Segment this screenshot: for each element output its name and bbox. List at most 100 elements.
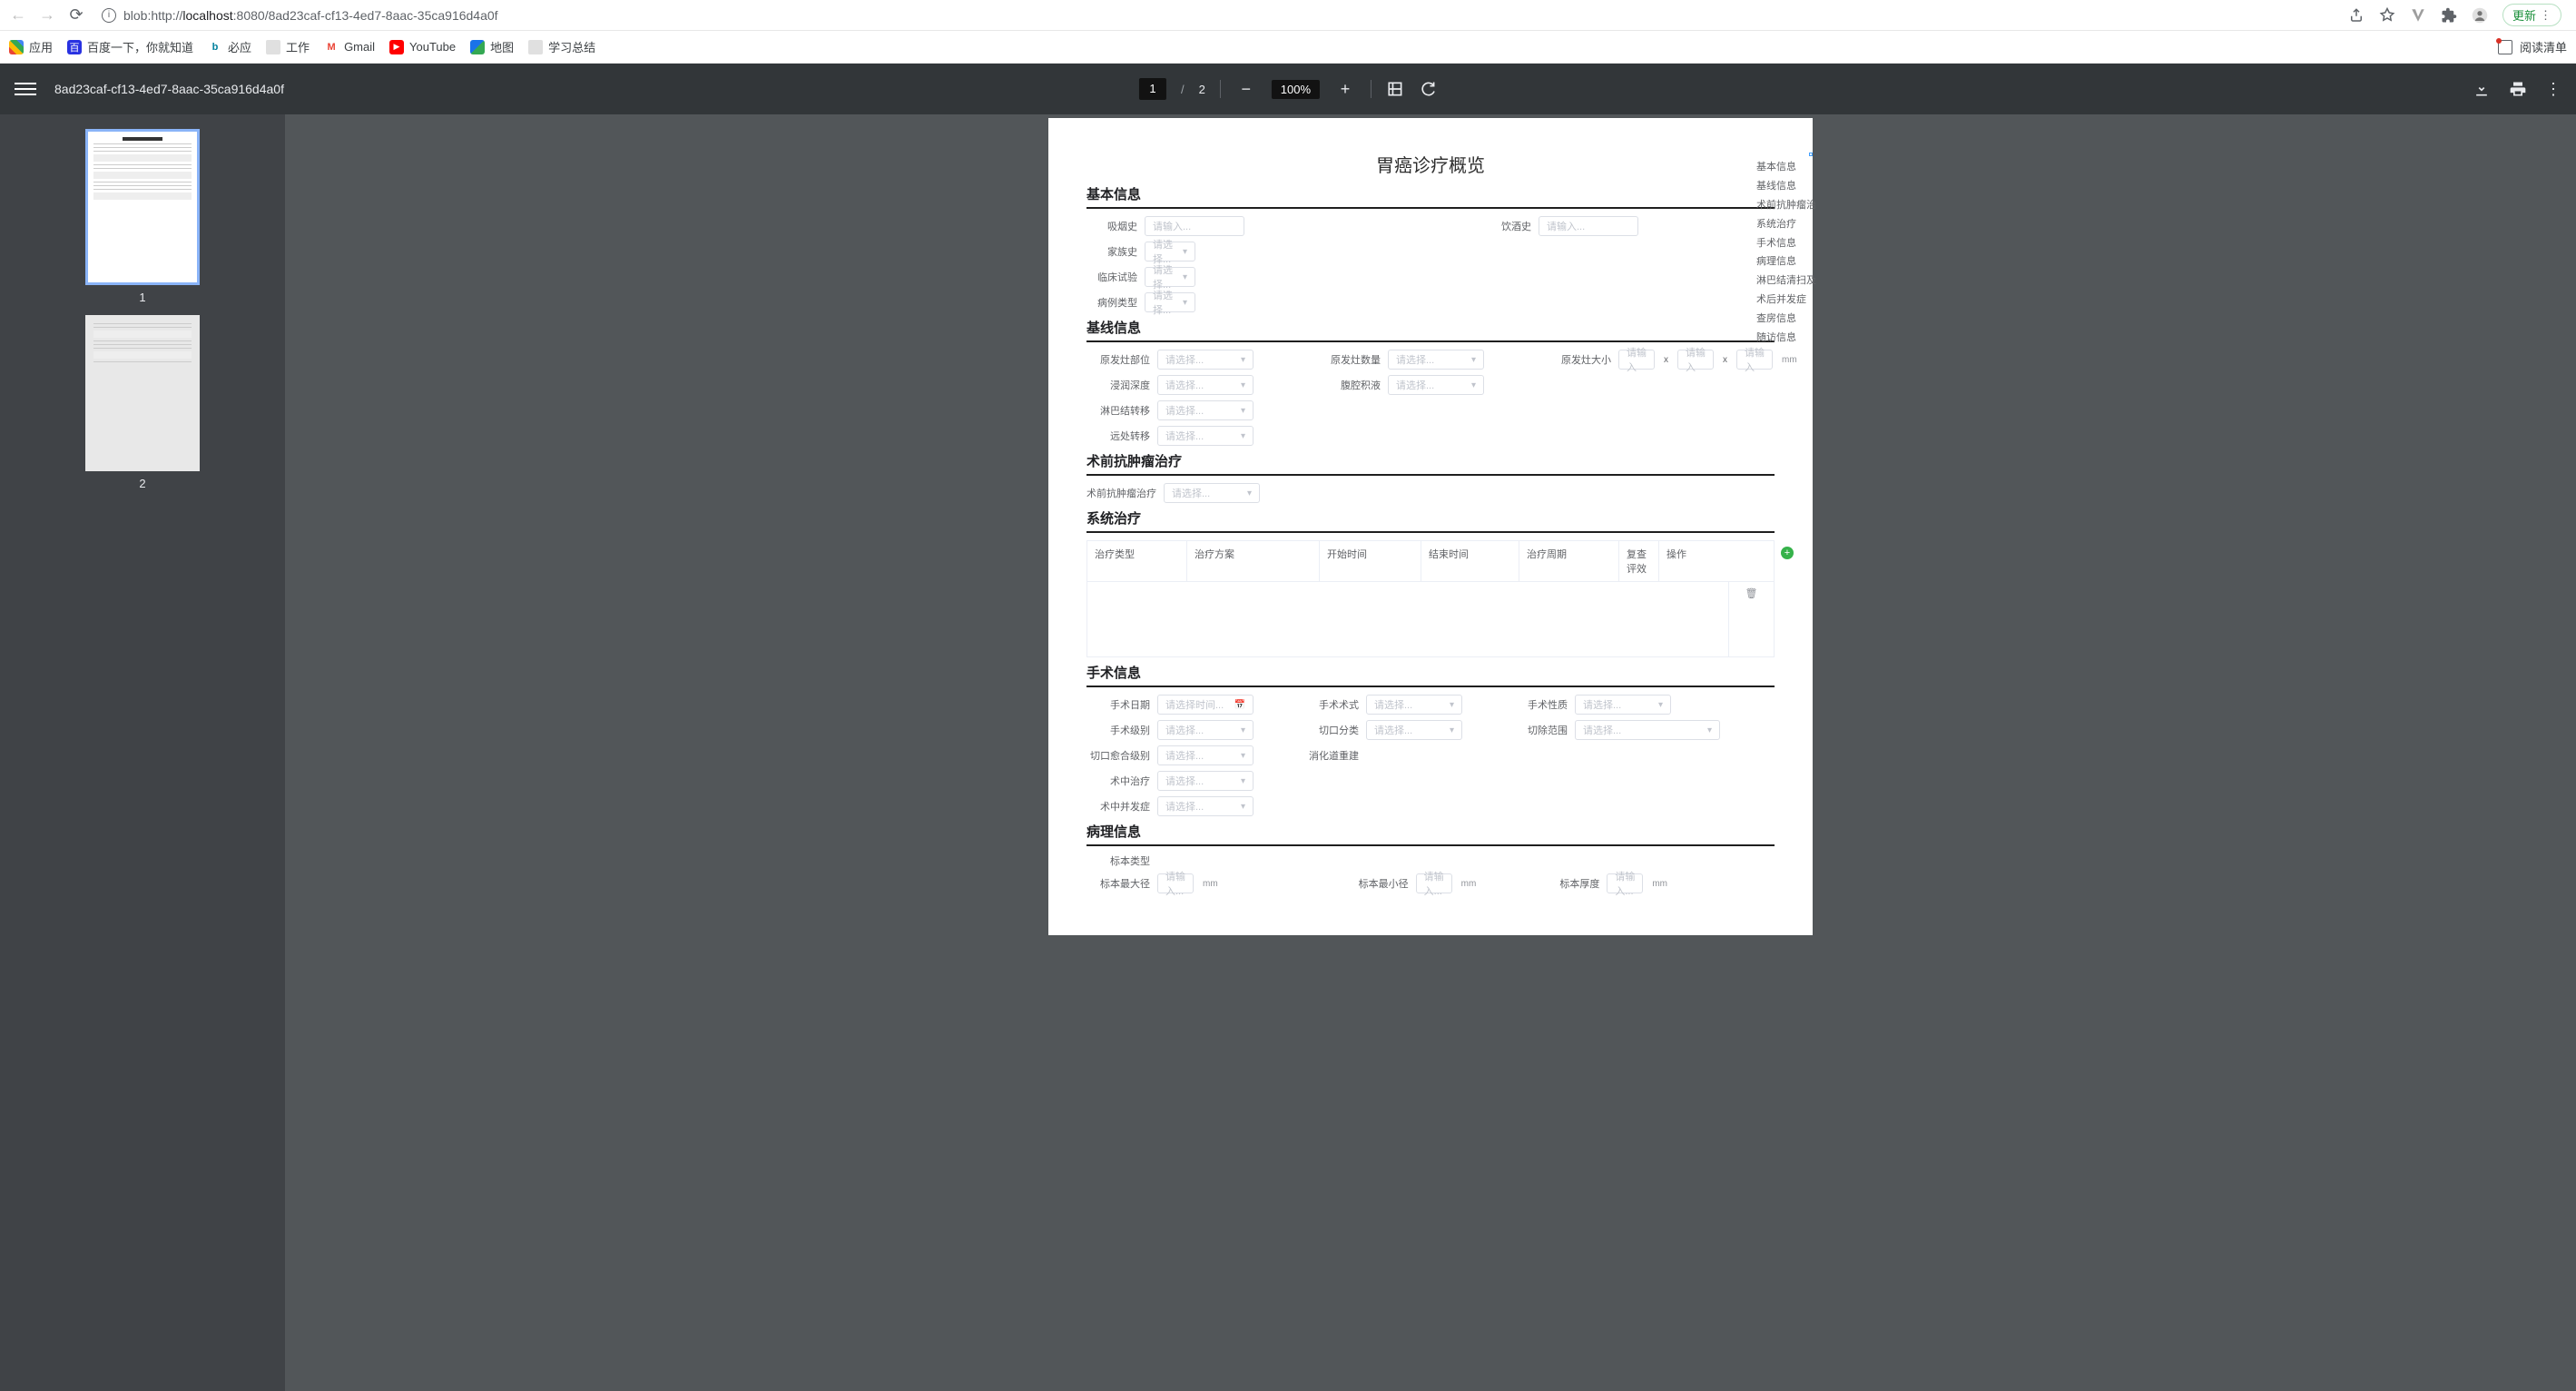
select-family[interactable]: 请选择...▾ — [1145, 242, 1195, 261]
bookmark-maps[interactable]: 地图 — [470, 38, 514, 55]
lbl-primary-size: 原发灶大小 — [1548, 352, 1611, 367]
toc-item[interactable]: 术前抗肿瘤治 — [1756, 196, 1816, 215]
select-ascites[interactable]: 请选择...▾ — [1388, 375, 1484, 395]
download-icon[interactable] — [2473, 80, 2491, 98]
v-extension-icon[interactable] — [2410, 7, 2426, 24]
bookmark-work[interactable]: 工作 — [266, 38, 310, 55]
bookmark-bing[interactable]: b必应 — [208, 38, 251, 55]
reading-list-label[interactable]: 阅读清单 — [2520, 38, 2567, 55]
pdf-toolbar: 8ad23caf-cf13-4ed7-8aac-35ca916d4a0f 1 /… — [0, 64, 2576, 114]
thumbnail-2[interactable]: 2 — [85, 315, 200, 490]
input-size-2[interactable]: 请输入 — [1677, 350, 1714, 370]
th-action: 操作 — [1659, 541, 1705, 581]
input-maxdiam[interactable]: 请输入... — [1157, 873, 1194, 893]
bookmark-apps[interactable]: 应用 — [9, 38, 53, 55]
input-drinking[interactable]: 请输入... — [1539, 216, 1638, 236]
share-icon[interactable] — [2348, 7, 2365, 24]
select-lymph[interactable]: 请选择...▾ — [1157, 400, 1254, 420]
lbl-thickness: 标本厚度 — [1549, 876, 1599, 891]
select-resection[interactable]: 请选择...▾ — [1575, 720, 1720, 740]
reading-list-icon[interactable] — [2498, 40, 2512, 54]
bookmark-gmail[interactable]: MGmail — [324, 40, 375, 54]
select-surg-nature[interactable]: 请选择...▾ — [1575, 695, 1671, 715]
select-distant[interactable]: 请选择...▾ — [1157, 426, 1254, 446]
add-row-button[interactable]: + — [1781, 547, 1794, 559]
trash-icon[interactable]: 🗑 — [1745, 588, 1758, 599]
lbl-maxdiam: 标本最大径 — [1086, 876, 1150, 891]
zoom-in-icon[interactable]: + — [1334, 80, 1356, 99]
print-icon[interactable] — [2509, 80, 2527, 98]
input-size-3[interactable]: 请输入 — [1736, 350, 1773, 370]
select-intraop[interactable]: 请选择...▾ — [1157, 771, 1254, 791]
select-invasion[interactable]: 请选择...▾ — [1157, 375, 1254, 395]
lbl-resection: 切除范围 — [1517, 723, 1568, 737]
select-primary-count[interactable]: 请选择...▾ — [1388, 350, 1484, 370]
toc-item[interactable]: 手术信息 — [1756, 234, 1816, 253]
input-thickness[interactable]: 请输入... — [1607, 873, 1643, 893]
input-surg-date[interactable]: 请选择时间...📅 — [1157, 695, 1254, 715]
thumbnail-1[interactable]: 1 — [85, 129, 200, 304]
lbl-gi-recon: 消化道重建 — [1308, 748, 1359, 763]
toc-item[interactable]: 病理信息 — [1756, 252, 1816, 271]
toc-item[interactable]: 基线信息 — [1756, 177, 1816, 196]
input-size-1[interactable]: 请输入 — [1618, 350, 1655, 370]
select-surg-proc[interactable]: 请选择...▾ — [1366, 695, 1462, 715]
select-incision-heal[interactable]: 请选择...▾ — [1157, 745, 1254, 765]
systemic-table: 治疗类型 治疗方案 开始时间 结束时间 治疗周期 复查评效 操作 🗑 + — [1086, 540, 1775, 657]
lbl-surg-nature: 手术性质 — [1517, 697, 1568, 712]
zoom-out-icon[interactable]: − — [1235, 80, 1257, 99]
update-button[interactable]: 更新 ⋮ — [2502, 4, 2561, 26]
lbl-casetype: 病例类型 — [1086, 295, 1137, 310]
select-primary-site[interactable]: 请选择...▾ — [1157, 350, 1254, 370]
chrome-menu-icon[interactable]: ⋮ — [2540, 8, 2551, 23]
lbl-distant: 远处转移 — [1086, 429, 1150, 443]
th-type: 治疗类型 — [1087, 541, 1187, 581]
toc-item[interactable]: 淋巴结清扫及 — [1756, 271, 1816, 291]
lbl-trial: 临床试验 — [1086, 270, 1137, 284]
address-bar[interactable]: i blob:http://localhost:8080/8ad23caf-cf… — [94, 8, 2341, 23]
select-incision-class[interactable]: 请选择...▾ — [1366, 720, 1462, 740]
section-systemic: 系统治疗 — [1086, 508, 1775, 533]
lbl-complication: 术中并发症 — [1086, 799, 1150, 814]
sidebar-toggle-icon[interactable] — [15, 83, 36, 95]
lbl-mindiam: 标本最小径 — [1345, 876, 1409, 891]
th-eval: 复查评效 — [1619, 541, 1659, 581]
input-mindiam[interactable]: 请输入... — [1416, 873, 1452, 893]
input-smoking[interactable]: 请输入... — [1145, 216, 1244, 236]
toc-item[interactable]: 系统治疗 — [1756, 215, 1816, 234]
bookmark-study[interactable]: 学习总结 — [528, 38, 595, 55]
toc-item[interactable]: 基本信息 — [1756, 158, 1816, 177]
zoom-level[interactable]: 100% — [1272, 80, 1320, 99]
page-area[interactable]: 基本信息 基线信息 术前抗肿瘤治 系统治疗 手术信息 病理信息 淋巴结清扫及 术… — [285, 114, 2576, 1391]
profile-icon[interactable] — [2472, 7, 2488, 24]
select-preop[interactable]: 请选择...▾ — [1164, 483, 1260, 503]
section-basic: 基本信息 — [1086, 184, 1775, 209]
bookmark-youtube[interactable]: ▶YouTube — [389, 40, 456, 54]
more-icon[interactable]: ⋮ — [2545, 80, 2561, 99]
site-info-icon[interactable]: i — [102, 8, 116, 23]
fit-page-icon[interactable] — [1386, 80, 1404, 98]
page-total: 2 — [1199, 83, 1205, 96]
lbl-primary-count: 原发灶数量 — [1317, 352, 1381, 367]
lbl-ascites: 腹腔积液 — [1317, 378, 1381, 392]
toc-item[interactable]: 术后并发症 — [1756, 291, 1816, 310]
reload-icon[interactable]: ⟳ — [65, 5, 87, 26]
extensions-icon[interactable] — [2441, 7, 2457, 24]
toc-item[interactable]: 查房信息 — [1756, 310, 1816, 329]
select-casetype[interactable]: 请选择...▾ — [1145, 292, 1195, 312]
select-trial[interactable]: 请选择...▾ — [1145, 267, 1195, 287]
lbl-surg-proc: 手术术式 — [1308, 697, 1359, 712]
toc: 基本信息 基线信息 术前抗肿瘤治 系统治疗 手术信息 病理信息 淋巴结清扫及 术… — [1756, 158, 1816, 348]
toc-item[interactable]: 随访信息 — [1756, 329, 1816, 348]
page-sep: / — [1181, 83, 1185, 96]
nav-back-icon[interactable]: ← — [7, 5, 29, 26]
bookmark-baidu[interactable]: 百百度一下，你就知道 — [67, 38, 193, 55]
rotate-icon[interactable] — [1419, 80, 1437, 98]
lbl-specimen: 标本类型 — [1086, 853, 1150, 868]
select-surg-grade[interactable]: 请选择...▾ — [1157, 720, 1254, 740]
bookmark-star-icon[interactable] — [2379, 7, 2395, 24]
lbl-preop: 术前抗肿瘤治疗 — [1086, 486, 1156, 500]
url-text: blob:http://localhost:8080/8ad23caf-cf13… — [123, 8, 498, 23]
select-complication[interactable]: 请选择...▾ — [1157, 796, 1254, 816]
page-number-input[interactable]: 1 — [1139, 78, 1166, 100]
